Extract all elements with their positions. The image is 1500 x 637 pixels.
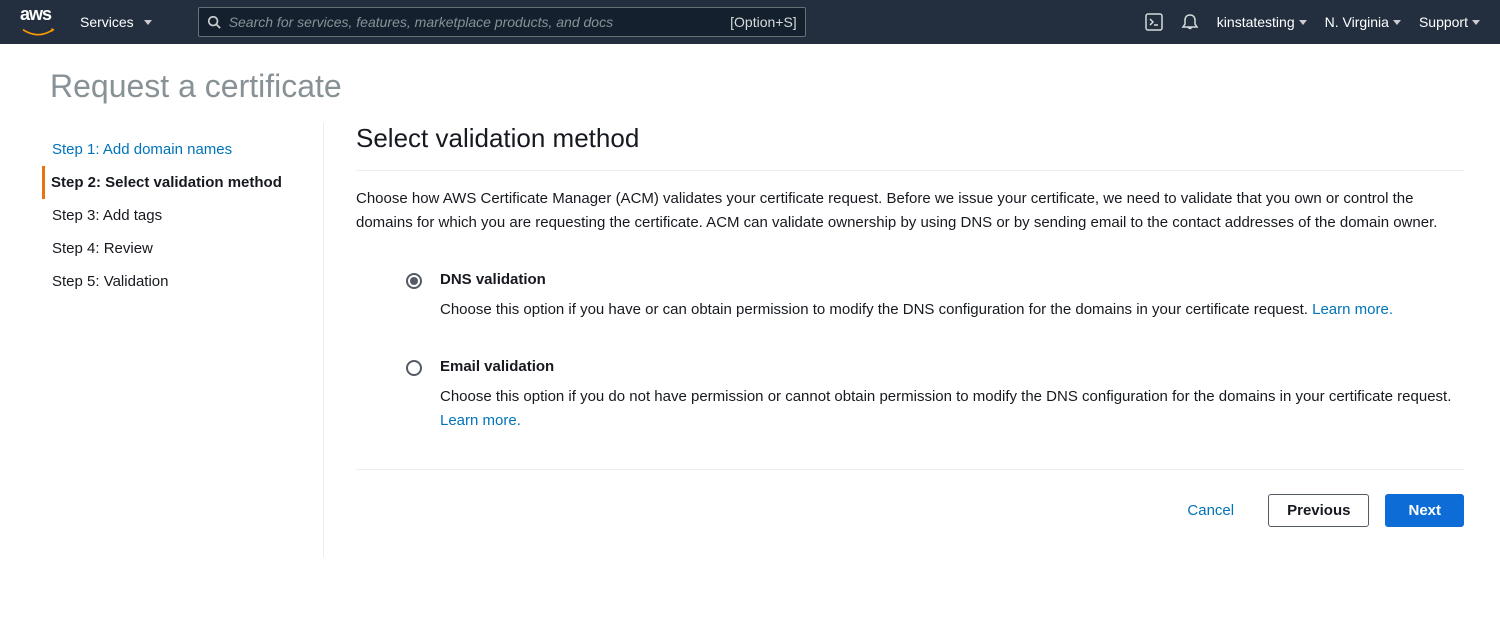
header-right: kinstatesting N. Virginia Support bbox=[1145, 13, 1480, 31]
layout: Step 1: Add domain names Step 2: Select … bbox=[0, 123, 1500, 557]
aws-swoosh-icon bbox=[20, 28, 56, 38]
cancel-button[interactable]: Cancel bbox=[1169, 495, 1252, 526]
global-header: aws Services [Option+S] kinstatesting N.… bbox=[0, 0, 1500, 44]
account-menu[interactable]: kinstatesting bbox=[1217, 14, 1307, 30]
region-label: N. Virginia bbox=[1325, 14, 1389, 30]
account-label: kinstatesting bbox=[1217, 14, 1295, 30]
section-description: Choose how AWS Certificate Manager (ACM)… bbox=[356, 187, 1464, 235]
services-label: Services bbox=[80, 14, 134, 30]
next-button[interactable]: Next bbox=[1385, 494, 1464, 527]
learn-more-link[interactable]: Learn more. bbox=[1312, 301, 1393, 318]
caret-down-icon bbox=[1299, 20, 1307, 25]
previous-button[interactable]: Previous bbox=[1268, 494, 1369, 527]
search-input[interactable] bbox=[229, 14, 722, 30]
learn-more-link[interactable]: Learn more. bbox=[440, 412, 521, 429]
caret-down-icon bbox=[1393, 20, 1401, 25]
main-content: Select validation method Choose how AWS … bbox=[324, 123, 1464, 557]
validation-options: DNS validation Choose this option if you… bbox=[356, 271, 1464, 433]
step-2[interactable]: Step 2: Select validation method bbox=[42, 166, 309, 199]
support-label: Support bbox=[1419, 14, 1468, 30]
radio-email[interactable] bbox=[406, 360, 422, 376]
option-dns: DNS validation Choose this option if you… bbox=[406, 271, 1464, 322]
search-shortcut: [Option+S] bbox=[730, 14, 797, 30]
cloudshell-icon[interactable] bbox=[1145, 13, 1163, 31]
divider bbox=[356, 170, 1464, 171]
caret-down-icon bbox=[1472, 20, 1480, 25]
search-icon bbox=[207, 15, 221, 29]
option-dns-title: DNS validation bbox=[440, 271, 1464, 288]
option-dns-desc: Choose this option if you have or can ob… bbox=[440, 298, 1464, 322]
step-1[interactable]: Step 1: Add domain names bbox=[48, 133, 309, 166]
footer-divider bbox=[356, 469, 1464, 470]
option-email-title: Email validation bbox=[440, 358, 1464, 375]
step-3[interactable]: Step 3: Add tags bbox=[48, 199, 309, 232]
aws-logo[interactable]: aws bbox=[20, 4, 56, 41]
step-4[interactable]: Step 4: Review bbox=[48, 232, 309, 265]
wizard-steps: Step 1: Add domain names Step 2: Select … bbox=[34, 123, 324, 557]
bell-icon[interactable] bbox=[1181, 13, 1199, 31]
page-title: Request a certificate bbox=[50, 68, 1450, 105]
caret-down-icon bbox=[144, 20, 152, 25]
option-email: Email validation Choose this option if y… bbox=[406, 358, 1464, 433]
search-box[interactable]: [Option+S] bbox=[198, 7, 806, 37]
section-title: Select validation method bbox=[356, 123, 1464, 154]
step-5[interactable]: Step 5: Validation bbox=[48, 265, 309, 298]
region-menu[interactable]: N. Virginia bbox=[1325, 14, 1401, 30]
services-menu[interactable]: Services bbox=[80, 14, 158, 30]
support-menu[interactable]: Support bbox=[1419, 14, 1480, 30]
footer-actions: Cancel Previous Next bbox=[356, 494, 1464, 557]
radio-dns[interactable] bbox=[406, 273, 422, 289]
option-email-desc: Choose this option if you do not have pe… bbox=[440, 385, 1464, 433]
page-title-wrap: Request a certificate bbox=[0, 44, 1500, 123]
